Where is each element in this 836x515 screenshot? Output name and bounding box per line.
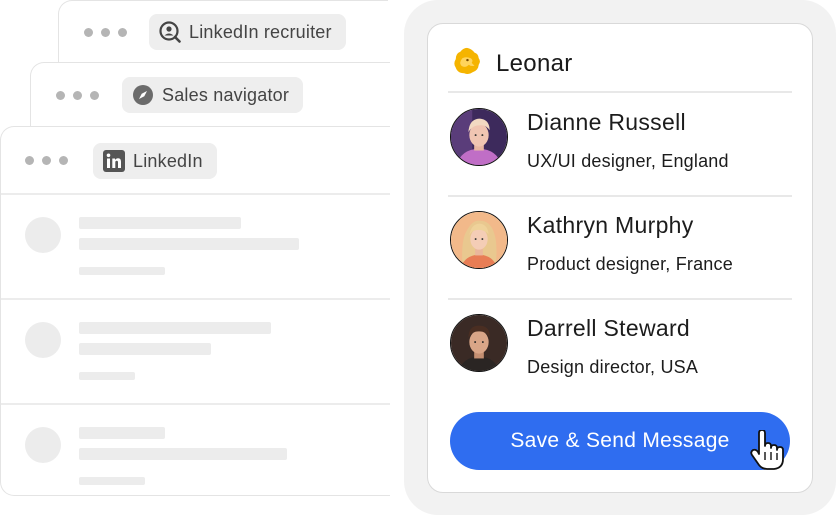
divider xyxy=(448,298,792,300)
tab-sales-navigator[interactable]: Sales navigator xyxy=(122,77,304,113)
person-name: Kathryn Murphy xyxy=(527,212,694,238)
person-name: Dianne Russell xyxy=(527,109,686,135)
window-controls xyxy=(25,156,68,165)
skeleton-line xyxy=(79,238,299,250)
search-person-icon xyxy=(159,21,181,43)
hand-pointer-icon xyxy=(750,430,784,470)
tab-linkedin-recruiter[interactable]: LinkedIn recruiter xyxy=(149,14,346,50)
window-controls xyxy=(56,91,99,100)
person-role: Product designer, France xyxy=(527,254,733,274)
window-controls xyxy=(84,28,127,37)
tab-label: LinkedIn xyxy=(133,150,203,171)
skeleton-line xyxy=(79,448,287,460)
skeleton-avatar xyxy=(25,322,61,358)
brand-name: Leonar xyxy=(496,49,573,77)
avatar xyxy=(450,314,508,372)
divider xyxy=(1,298,390,300)
skeleton-avatar xyxy=(25,217,61,253)
person-role: Design director, USA xyxy=(527,357,699,377)
skeleton-line xyxy=(79,343,211,355)
divider xyxy=(448,91,792,93)
brand-header: Leonar xyxy=(452,46,573,81)
save-and-send-message-button[interactable]: Save & Send Message xyxy=(450,412,790,470)
skeleton-line xyxy=(79,477,145,485)
leonar-panel: Leonar Dianne Russell UX/UI designer, En… xyxy=(427,23,813,493)
avatar xyxy=(450,108,508,166)
skeleton-line xyxy=(79,267,165,275)
divider xyxy=(1,403,390,405)
person-name: Darrell Steward xyxy=(527,315,690,341)
tab-label: LinkedIn recruiter xyxy=(189,21,332,42)
tab-linkedin[interactable]: LinkedIn xyxy=(93,143,217,179)
divider xyxy=(1,193,390,195)
skeleton-line xyxy=(79,427,165,439)
compass-icon xyxy=(132,84,154,106)
skeleton-line xyxy=(79,322,271,334)
skeleton-line xyxy=(79,372,135,380)
lion-logo-icon xyxy=(452,46,482,81)
linkedin-icon xyxy=(103,150,125,172)
tab-label: Sales navigator xyxy=(162,84,290,105)
divider xyxy=(448,195,792,197)
person-role: UX/UI designer, England xyxy=(527,151,729,171)
avatar xyxy=(450,211,508,269)
browser-window-linkedin: LinkedIn xyxy=(0,126,390,496)
skeleton-line xyxy=(79,217,241,229)
skeleton-avatar xyxy=(25,427,61,463)
